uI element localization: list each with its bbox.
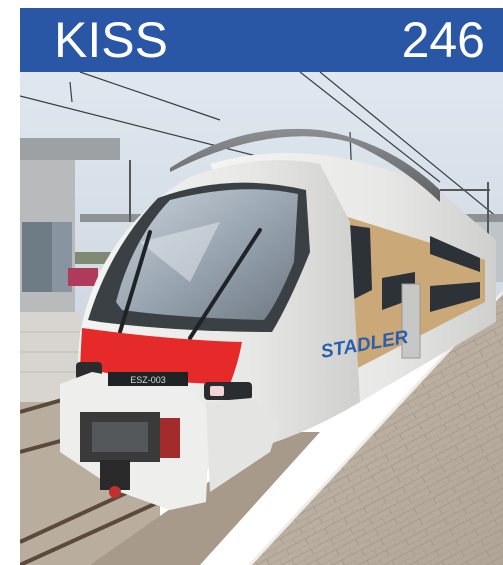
front-plate: ESZ-003 [130,375,166,385]
model-name: KISS [54,12,168,68]
model-number: 246 [401,12,485,68]
train-photo: ESZ-003 STADLER [20,72,503,565]
card-header: KISS 246 [20,8,503,72]
locomotive-card: KISS 246 ESZ-003 STADLER [20,8,503,565]
